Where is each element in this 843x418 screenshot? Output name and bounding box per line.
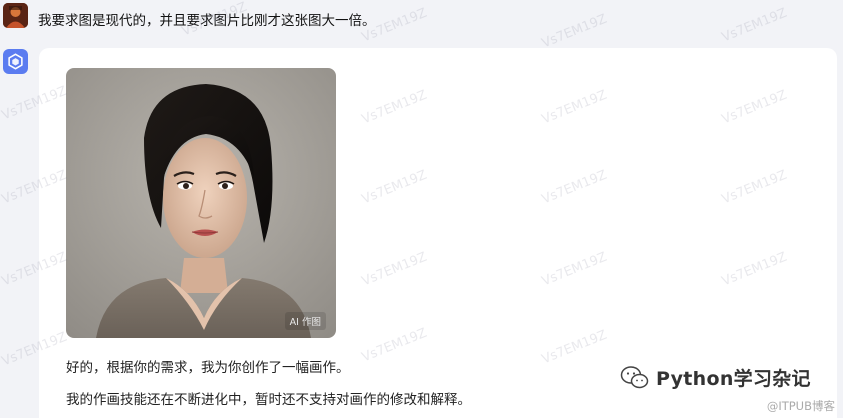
user-message: 我要求图是现代的，并且要求图片比刚才这张图大一倍。 bbox=[38, 13, 376, 29]
watermark-text: Vs7EM19Z bbox=[719, 5, 790, 46]
generated-portrait-image[interactable]: AI 作图 bbox=[66, 68, 336, 338]
bot-avatar[interactable] bbox=[3, 49, 28, 74]
chat-page: 我要求图是现代的，并且要求图片比刚才这张图大一倍。 AI 作图 好的，根据你的需… bbox=[0, 0, 843, 418]
hexagon-cube-icon bbox=[8, 53, 23, 70]
user-avatar[interactable] bbox=[3, 3, 28, 28]
ai-generated-badge: AI 作图 bbox=[284, 312, 326, 330]
brand-name: Python学习杂记 bbox=[656, 368, 811, 390]
watermark-text: Vs7EM19Z bbox=[539, 11, 610, 52]
bot-reply-line-1: 好的，根据你的需求，我为你创作了一幅画作。 bbox=[66, 360, 350, 376]
source-watermark: @ITPUB博客 bbox=[766, 399, 835, 413]
user-avatar-icon bbox=[3, 3, 28, 28]
brand-watermark: Python学习杂记 bbox=[620, 364, 811, 391]
bot-reply-line-2: 我的作画技能还在不断进化中，暂时还不支持对画作的修改和解释。 bbox=[66, 392, 471, 408]
portrait-illustration bbox=[66, 68, 336, 338]
wechat-icon bbox=[620, 365, 649, 388]
